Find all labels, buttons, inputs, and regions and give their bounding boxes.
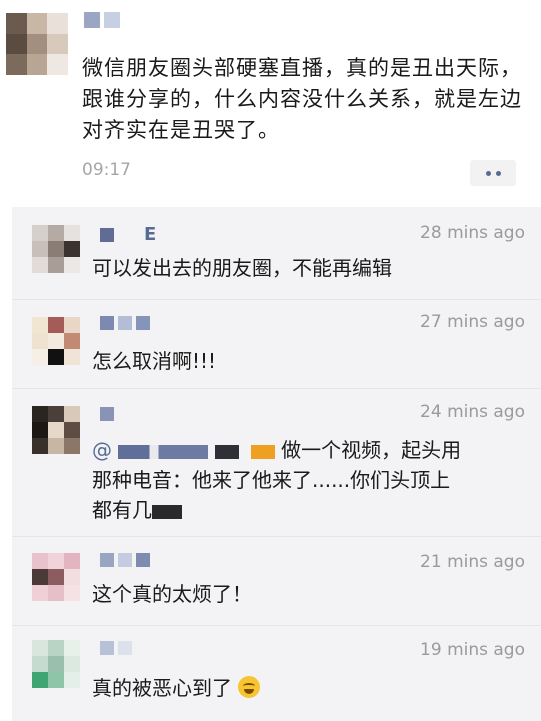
comment-avatar[interactable] bbox=[32, 406, 80, 454]
comment-item: 24 mins ago @ 做一个视频，起头用 那种电音：他来了他来了.....… bbox=[12, 388, 541, 536]
comment-item: 19 mins ago 真的被恶心到了 bbox=[12, 625, 541, 721]
comment-text-line-3: 都有几 bbox=[92, 495, 532, 525]
post-time: 09:17 bbox=[82, 160, 131, 180]
comment-text-line-2: 那种电音：他来了他来了......你们头顶上 bbox=[92, 468, 451, 492]
comment-author[interactable] bbox=[100, 407, 114, 421]
moments-post: 微信朋友圈头部硬塞直播，真的是丑出天际，跟谁分享的，什么内容没什么关系，就是左边… bbox=[0, 0, 541, 207]
comment-avatar[interactable] bbox=[32, 225, 80, 273]
post-author-avatar[interactable] bbox=[6, 13, 68, 75]
comment-text: 可以发出去的朋友圈，不能再编辑 bbox=[92, 256, 392, 280]
comment-time: 27 mins ago bbox=[420, 312, 525, 332]
comment-text: 怎么取消啊!!! bbox=[92, 349, 217, 373]
post-text: 微信朋友圈头部硬塞直播，真的是丑出天际，跟谁分享的，什么内容没什么关系，就是左边… bbox=[82, 56, 522, 142]
comment-avatar[interactable] bbox=[32, 317, 80, 365]
comment-item: 27 mins ago 怎么取消啊!!! bbox=[12, 299, 541, 388]
comment-text: 这个真的太烦了！ bbox=[92, 582, 252, 606]
comment-text: 真的被恶心到了 bbox=[92, 673, 532, 703]
comment-text-line-1: @ 做一个视频，起头用 bbox=[92, 435, 532, 465]
redacted-text bbox=[152, 504, 182, 519]
comment-avatar[interactable] bbox=[32, 553, 80, 601]
comment-time: 24 mins ago bbox=[420, 402, 525, 422]
comment-time: 21 mins ago bbox=[420, 552, 525, 572]
more-dots-icon[interactable] bbox=[470, 160, 516, 186]
comment-time: 28 mins ago bbox=[420, 223, 525, 243]
laughing-crying-emoji-icon bbox=[238, 676, 261, 698]
comment-author[interactable] bbox=[100, 316, 150, 330]
comment-author[interactable] bbox=[100, 553, 150, 567]
comment-text: @ 做一个视频，起头用 那种电音：他来了他来了......你们头顶上 都有几 bbox=[92, 435, 532, 525]
redacted-mention[interactable] bbox=[118, 444, 209, 459]
comment-author[interactable]: E bbox=[100, 224, 156, 245]
comment-text-line-1-tail: 做一个视频，起头用 bbox=[281, 438, 462, 462]
comments-list: E 28 mins ago 可以发出去的朋友圈，不能再编辑 27 mins ag… bbox=[12, 207, 541, 721]
comment-time: 19 mins ago bbox=[420, 640, 525, 660]
mention-at[interactable]: @ bbox=[92, 438, 112, 462]
post-author-name-redacted[interactable] bbox=[84, 12, 120, 32]
comment-item: E 28 mins ago 可以发出去的朋友圈，不能再编辑 bbox=[12, 207, 541, 299]
comment-author[interactable] bbox=[100, 641, 132, 655]
redacted-mention bbox=[214, 444, 275, 459]
comment-avatar[interactable] bbox=[32, 640, 80, 688]
comment-item: 21 mins ago 这个真的太烦了！ bbox=[12, 536, 541, 625]
